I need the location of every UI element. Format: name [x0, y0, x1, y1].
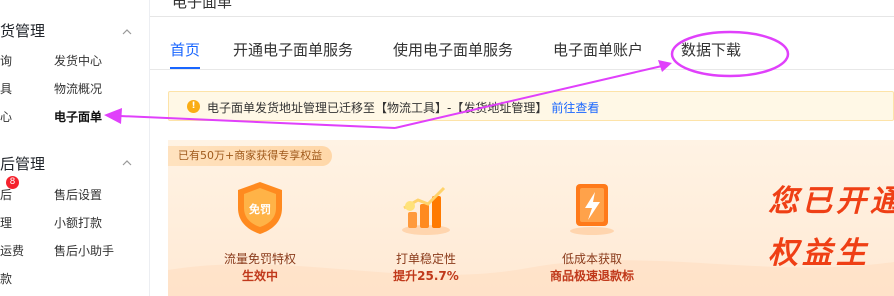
sidebar-item-center[interactable]: 心 — [0, 108, 12, 125]
sidebar-item-logistics-overview[interactable]: 物流概况 — [54, 80, 102, 97]
shield-icon: 免罚 — [238, 182, 282, 234]
notice-message: 电子面单发货地址管理已迁移至【物流工具】-【发货地址管理】 前往查看 — [207, 99, 599, 116]
sidebar-section-shipping-title[interactable]: 货管理 — [0, 20, 45, 41]
tab-home[interactable]: 首页 — [170, 39, 200, 60]
sidebar-item-small-payment[interactable]: 小额打款 — [54, 214, 102, 231]
chevron-up-icon[interactable] — [122, 27, 132, 37]
notice-link[interactable]: 前往查看 — [551, 101, 599, 115]
sidebar-item-aftersale[interactable]: 后 — [0, 186, 12, 203]
sidebar-item-manage[interactable]: 理 — [0, 214, 12, 231]
notice-text: 电子面单发货地址管理已迁移至【物流工具】-【发货地址管理】 — [207, 101, 548, 115]
lightning-card-icon — [570, 184, 614, 235]
sidebar: 货管理 询 发货中心 具 物流概况 心 电子面单 后管理 8 后 售后设置 理 … — [0, 0, 150, 296]
benefit-sub-stability: 提升25.7% — [393, 269, 459, 283]
page-title: 电子面单 — [172, 0, 233, 11]
sidebar-item-refund[interactable]: 款 — [0, 270, 12, 287]
chevron-up-icon[interactable] — [122, 158, 132, 168]
sidebar-item-aftersale-assistant[interactable]: 售后小助手 — [54, 242, 114, 259]
warning-icon: ! — [187, 100, 200, 113]
promo-headline-2: 权益生 — [768, 236, 870, 271]
promo-pill: 已有50万+商家获得专享权益 — [168, 146, 333, 166]
sidebar-item-query[interactable]: 询 — [0, 52, 12, 69]
tab-use-service[interactable]: 使用电子面单服务 — [393, 39, 513, 60]
shield-icon-label: 免罚 — [249, 202, 271, 216]
tab-open-service[interactable]: 开通电子面单服务 — [233, 39, 353, 60]
sidebar-item-shipping-center[interactable]: 发货中心 — [54, 52, 102, 69]
header-divider — [150, 16, 894, 17]
promo-headline-1: 您已开通 — [768, 184, 894, 219]
arrowhead-up-icon — [658, 60, 672, 72]
growth-chart-icon — [402, 186, 450, 235]
tabs-divider — [150, 69, 894, 70]
sidebar-item-freight[interactable]: 运费 — [0, 242, 24, 259]
sidebar-item-aftersale-settings[interactable]: 售后设置 — [54, 186, 102, 203]
benefit-sub-exemption: 生效中 — [241, 269, 278, 283]
sidebar-item-e-waybill[interactable]: 电子面单 — [54, 108, 102, 125]
tab-account[interactable]: 电子面单账户 — [553, 39, 643, 60]
benefit-title-stability: 打单稳定性 — [395, 252, 456, 266]
benefit-title-exemption: 流量免罚特权 — [223, 252, 296, 266]
benefit-sub-low-cost: 商品极速退款标 — [549, 269, 634, 283]
tab-data-download[interactable]: 数据下载 — [681, 39, 741, 60]
sidebar-item-tools[interactable]: 具 — [0, 80, 12, 97]
benefit-title-low-cost: 低成本获取 — [561, 252, 622, 266]
promo-card: 已有50万+商家获得专享权益 免罚 流量免罚特权 生效中 打单稳定性 提升25.… — [168, 140, 894, 296]
sidebar-section-aftersale-title[interactable]: 后管理 — [0, 153, 45, 174]
notice-banner: ! 电子面单发货地址管理已迁移至【物流工具】-【发货地址管理】 前往查看 — [168, 91, 894, 121]
